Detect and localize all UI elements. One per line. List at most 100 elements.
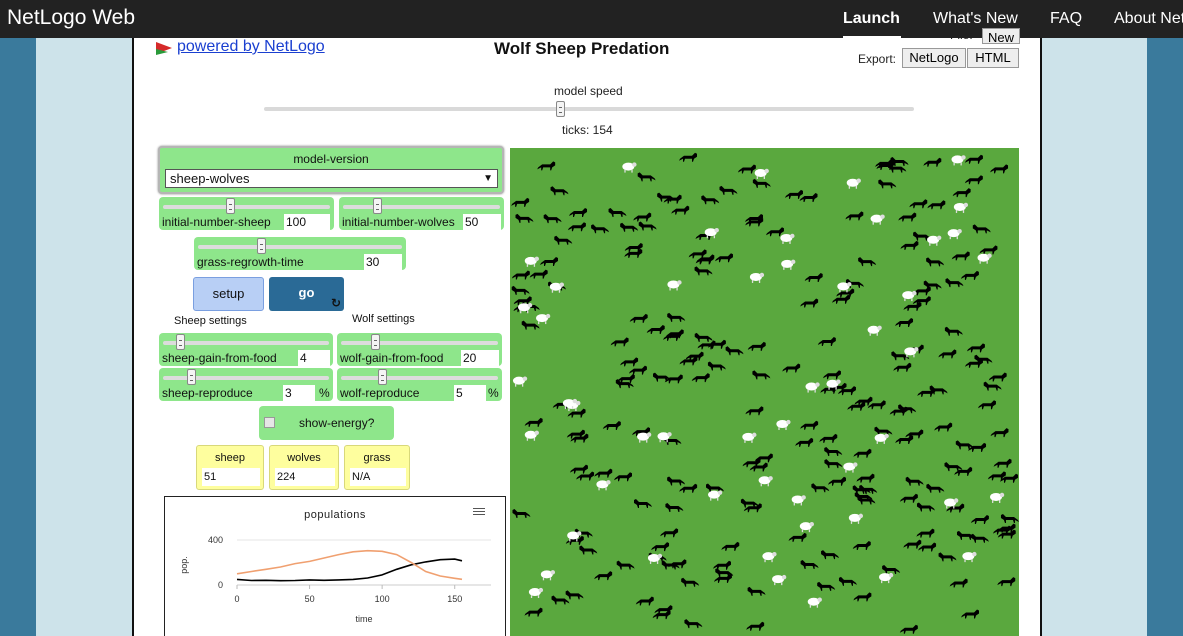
- wolf-agent: [983, 381, 1002, 391]
- wolf-agent: [817, 336, 836, 346]
- nav-whats-new[interactable]: What's New: [933, 10, 1018, 28]
- sheep-reproduce-thumb[interactable]: [186, 369, 196, 385]
- file-row: File: New: [910, 28, 1022, 46]
- setup-button[interactable]: setup: [193, 277, 264, 311]
- grass-regrowth-time-track[interactable]: [198, 245, 402, 249]
- wolf-agent: [900, 240, 919, 250]
- model-version-label: model-version: [293, 152, 369, 166]
- grass-regrowth-time-slider[interactable]: grass-regrowth-time 30: [194, 237, 406, 270]
- netlogo-logo-icon[interactable]: [156, 40, 172, 56]
- nav-about[interactable]: About Net: [1114, 10, 1183, 28]
- initial-number-wolves-slider[interactable]: initial-number-wolves 50: [339, 197, 504, 230]
- wolf-agent: [1000, 514, 1019, 524]
- wolf-reproduce-slider[interactable]: wolf-reproduce 5 %: [337, 368, 502, 401]
- wolf-agent: [858, 257, 877, 267]
- sheep-gain-from-food-slider[interactable]: sheep-gain-from-food 4: [159, 333, 333, 366]
- x-tick-label: 0: [234, 594, 239, 604]
- sheep-gain-from-food-value[interactable]: 4: [298, 350, 330, 366]
- sheep-gain-from-food-track[interactable]: [163, 341, 329, 345]
- wolf-agent: [997, 577, 1016, 587]
- wolf-gain-from-food-value[interactable]: 20: [461, 350, 499, 366]
- wolf-agent: [529, 269, 548, 279]
- wolf-gain-from-food-thumb[interactable]: [370, 334, 380, 350]
- wolf-agent: [934, 422, 953, 432]
- sheep-agent: [902, 290, 917, 302]
- wolf-agent: [550, 186, 569, 196]
- wolf-agent: [646, 325, 665, 335]
- populations-plot: populations 0 400 0 50 100 150 time pop.: [164, 496, 506, 636]
- wolf-agent: [938, 552, 957, 562]
- wolf-reproduce-thumb[interactable]: [378, 369, 387, 385]
- wolf-agent: [923, 280, 942, 290]
- wolf-gain-from-food-track[interactable]: [341, 341, 498, 345]
- nav-faq[interactable]: FAQ: [1050, 10, 1082, 28]
- initial-number-sheep-label: initial-number-sheep: [162, 215, 271, 229]
- monitor-wolves-label: wolves: [287, 452, 321, 464]
- brand-title[interactable]: NetLogo Web: [7, 6, 135, 30]
- sheep-agent: [512, 376, 528, 387]
- wolf-agent: [633, 498, 652, 508]
- sheep-reproduce-slider[interactable]: sheep-reproduce 3 %: [159, 368, 333, 401]
- initial-number-sheep-track[interactable]: [163, 205, 330, 209]
- wolf-agent: [944, 462, 963, 472]
- initial-number-sheep-value[interactable]: 100: [284, 214, 330, 230]
- monitor-grass-label: grass: [363, 452, 391, 464]
- populations-plot-svg: populations 0 400 0 50 100 150 time pop.: [179, 509, 491, 624]
- sheep-agent: [596, 480, 611, 491]
- wolf-reproduce-track[interactable]: [341, 376, 498, 380]
- model-version-select[interactable]: sheep-wolves ▼: [165, 169, 498, 188]
- wolf-agent: [800, 420, 819, 430]
- wolf-agent: [665, 502, 684, 512]
- model-speed-track[interactable]: [264, 107, 914, 111]
- wolf-agent: [614, 472, 633, 482]
- wolf-agent: [899, 624, 918, 634]
- wolf-gain-from-food-slider[interactable]: wolf-gain-from-food 20: [337, 333, 502, 366]
- sheep-reproduce-value[interactable]: 3: [283, 385, 315, 401]
- wolf-agent: [719, 185, 738, 195]
- model-speed-thumb[interactable]: [556, 101, 565, 117]
- file-new-button[interactable]: New: [982, 28, 1020, 45]
- wolf-agent: [799, 193, 818, 203]
- model-title: Wolf Sheep Predation: [494, 39, 670, 58]
- wolf-agent: [893, 362, 912, 372]
- wolf-agent: [852, 540, 871, 550]
- sheep-agent: [947, 228, 962, 240]
- left-margin-bar: [0, 38, 36, 636]
- initial-number-sheep-slider[interactable]: initial-number-sheep 100: [159, 197, 334, 230]
- sheep-agent: [846, 178, 861, 189]
- x-tick-label: 150: [447, 594, 462, 604]
- wolf-agent: [671, 205, 690, 215]
- wolf-agent: [926, 257, 945, 267]
- wolf-agent: [524, 417, 543, 427]
- nav-launch[interactable]: Launch: [843, 10, 900, 28]
- show-energy-checkbox[interactable]: [264, 417, 275, 428]
- sheep-gain-from-food-thumb[interactable]: [175, 334, 185, 350]
- powered-by-link[interactable]: powered by NetLogo: [177, 38, 325, 56]
- sheep-agent: [874, 433, 889, 444]
- initial-number-wolves-thumb[interactable]: [372, 198, 382, 214]
- initial-number-wolves-value[interactable]: 50: [463, 214, 501, 230]
- show-energy-switch[interactable]: show-energy?: [259, 406, 394, 440]
- grass-regrowth-time-thumb[interactable]: [256, 238, 266, 254]
- grass-regrowth-time-value[interactable]: 30: [364, 254, 402, 270]
- monitor-sheep-label: sheep: [215, 452, 245, 464]
- go-button[interactable]: go ↻: [269, 277, 344, 311]
- model-version-value: sheep-wolves: [170, 171, 250, 186]
- sheep-agent: [536, 313, 551, 325]
- sheep-agent: [758, 476, 773, 487]
- initial-number-sheep-thumb[interactable]: [226, 198, 236, 214]
- initial-number-wolves-track[interactable]: [343, 205, 500, 209]
- wolf-agent: [968, 442, 987, 452]
- wolf-agent: [537, 161, 556, 171]
- wolf-agent: [620, 222, 639, 232]
- grass-regrowth-time-label: grass-regrowth-time: [197, 255, 304, 269]
- model-version-chooser[interactable]: model-version sheep-wolves ▼: [158, 146, 504, 194]
- world-view[interactable]: [510, 148, 1019, 636]
- monitor-wolves-value: 224: [275, 468, 335, 486]
- wolf-agent: [635, 596, 654, 606]
- wolf-agent: [679, 152, 698, 162]
- export-html-button[interactable]: HTML: [967, 48, 1019, 68]
- plot-menu-icon[interactable]: [473, 507, 485, 517]
- export-netlogo-button[interactable]: NetLogo: [902, 48, 966, 68]
- wolf-reproduce-value[interactable]: 5: [454, 385, 486, 401]
